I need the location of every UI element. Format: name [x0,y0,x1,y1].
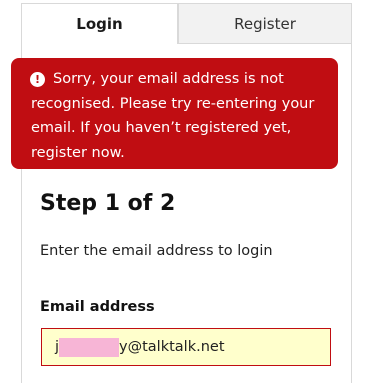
tab-login[interactable]: Login [21,3,178,44]
step-title: Step 1 of 2 [40,191,176,216]
error-message: Sorry, your email address is not recogni… [31,71,315,161]
exclamation-icon: ! [30,72,45,87]
error-alert: ! Sorry, your email address is not recog… [11,58,338,169]
tab-register-label: Register [234,14,296,33]
auth-tabs: Login Register [21,3,352,44]
email-value-suffix: y@talktalk.net [119,339,225,355]
tab-login-label: Login [76,15,123,33]
redaction-block [59,337,120,357]
tab-register[interactable]: Register [178,3,352,44]
email-field[interactable]: j y@talktalk.net [41,328,331,366]
step-instruction: Enter the email address to login [40,243,273,259]
email-label: Email address [40,299,155,315]
